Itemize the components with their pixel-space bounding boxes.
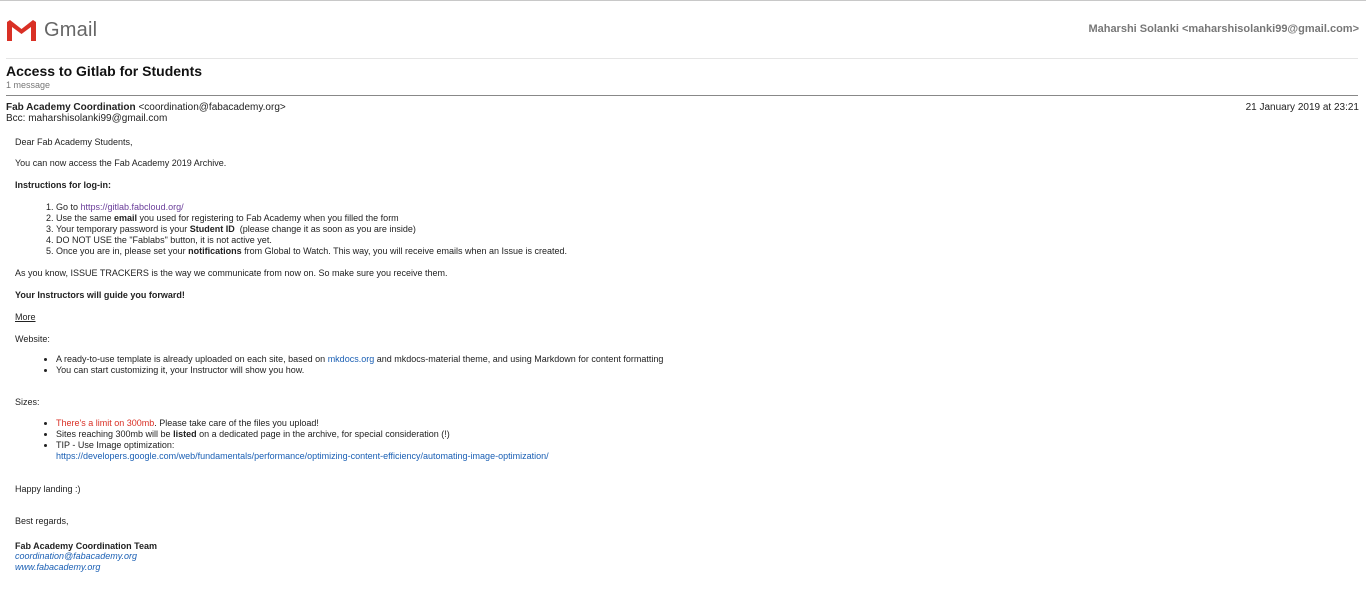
- gmail-logo[interactable]: Gmail: [6, 18, 97, 42]
- sender: Fab Academy Coordination <coordination@f…: [6, 102, 286, 113]
- image-optimization-link[interactable]: https://developers.google.com/web/fundam…: [56, 451, 549, 461]
- message-count: 1 message: [6, 80, 51, 90]
- sender-name: Fab Academy Coordination: [6, 102, 136, 113]
- website-list: A ready-to-use template is already uploa…: [15, 354, 663, 376]
- sender-email: <coordination@fabacademy.org>: [138, 102, 286, 113]
- gitlab-link[interactable]: https://gitlab.fabcloud.org/: [81, 202, 184, 212]
- list-item: There's a limit on 300mb. Please take ca…: [56, 418, 549, 429]
- closing-text: Happy landing :): [15, 484, 81, 494]
- signature-website-link[interactable]: www.fabacademy.org: [15, 562, 100, 572]
- list-item: Once you are in, please set your notific…: [56, 246, 567, 257]
- instructions-heading: Instructions for log-in:: [15, 180, 111, 190]
- access-text: You can now access the Fab Academy 2019 …: [15, 158, 227, 168]
- more-link[interactable]: More: [15, 312, 36, 323]
- gmail-logo-text: Gmail: [44, 18, 98, 41]
- divider: [6, 95, 1358, 96]
- divider: [6, 58, 1358, 59]
- list-item: Use the same email you used for register…: [56, 213, 567, 224]
- print-header: Gmail Maharshi Solanki <maharshisolanki9…: [0, 1, 1366, 58]
- signature-email-link[interactable]: coordination@fabacademy.org: [15, 551, 137, 561]
- account-label: Maharshi Solanki <maharshisolanki99@gmai…: [1088, 23, 1359, 35]
- thread-subject: Access to Gitlab for Students: [6, 63, 203, 79]
- list-item: You can start customizing it, your Instr…: [56, 365, 663, 376]
- regards-text: Best regards,: [15, 516, 69, 526]
- instructors-text: Your Instructors will guide you forward!: [15, 290, 185, 300]
- list-item: DO NOT USE the "Fablabs" button, it is n…: [56, 235, 567, 246]
- greeting: Dear Fab Academy Students,: [15, 137, 133, 147]
- mkdocs-link[interactable]: mkdocs.org: [328, 354, 375, 364]
- sizes-list: There's a limit on 300mb. Please take ca…: [15, 418, 549, 462]
- list-item: Your temporary password is your Student …: [56, 224, 567, 235]
- issue-trackers-text: As you know, ISSUE TRACKERS is the way w…: [15, 268, 448, 278]
- website-heading: Website:: [15, 334, 50, 344]
- list-item: Go to https://gitlab.fabcloud.org/: [56, 202, 567, 213]
- gmail-logo-icon: [6, 19, 37, 42]
- list-item: Sites reaching 300mb will be listed on a…: [56, 429, 549, 440]
- list-item: TIP - Use Image optimization:https://dev…: [56, 440, 549, 462]
- login-steps: Go to https://gitlab.fabcloud.org/ Use t…: [15, 202, 567, 257]
- bcc-line: Bcc: maharshisolanki99@gmail.com: [6, 113, 168, 124]
- size-limit-warning: There's a limit on 300mb: [56, 418, 155, 428]
- list-item: A ready-to-use template is already uploa…: [56, 354, 663, 365]
- message-date: 21 January 2019 at 23:21: [1245, 102, 1359, 113]
- sizes-heading: Sizes:: [15, 397, 40, 407]
